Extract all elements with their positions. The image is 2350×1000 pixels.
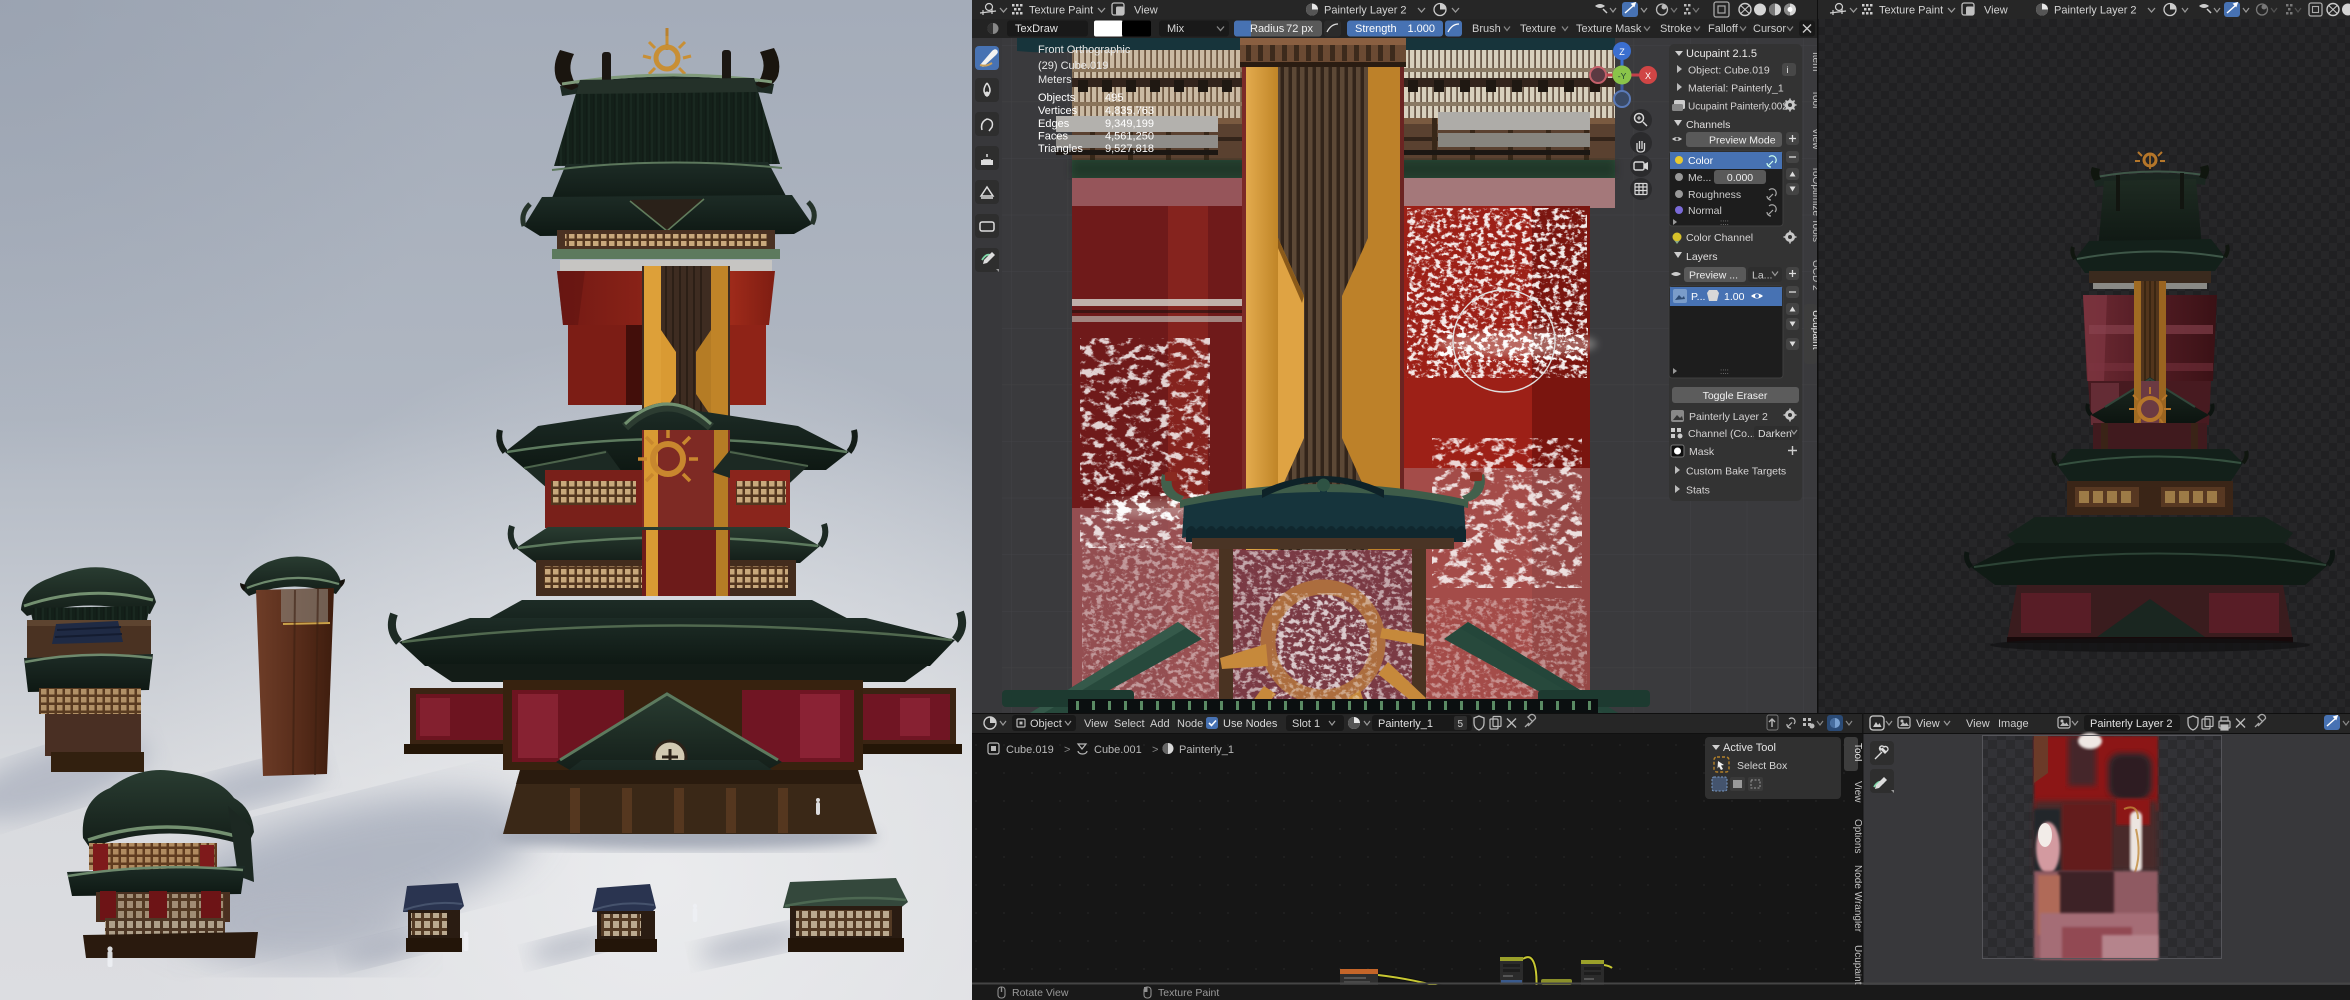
svg-text:Falloff: Falloff: [1708, 23, 1739, 35]
svg-text:Texture Paint: Texture Paint: [1158, 987, 1219, 999]
svg-text:P...: P...: [1691, 291, 1705, 303]
svg-text:Z: Z: [1619, 47, 1625, 57]
svg-text:View: View: [1966, 718, 1990, 730]
svg-text:Layers: Layers: [1686, 251, 1718, 263]
svg-text:9,349,199: 9,349,199: [1105, 118, 1154, 130]
svg-text:Object: Object: [1030, 718, 1062, 730]
svg-text:Color: Color: [1688, 155, 1714, 167]
svg-text:Stroke: Stroke: [1660, 23, 1692, 35]
svg-text:X: X: [1645, 71, 1651, 81]
svg-text:Edges: Edges: [1038, 118, 1070, 130]
svg-text:Vertices: Vertices: [1038, 105, 1078, 117]
svg-text:Options: Options: [1852, 819, 1862, 853]
svg-text:i: i: [1787, 65, 1789, 75]
svg-text:Radius: Radius: [1250, 23, 1285, 35]
svg-text:-Y: -Y: [1618, 71, 1627, 81]
svg-text:Stats: Stats: [1686, 485, 1710, 497]
svg-text:Active Tool: Active Tool: [1723, 742, 1776, 754]
svg-text:ToOptimize Tools: ToOptimize Tools: [1810, 166, 1817, 242]
svg-text:Object: Cube.019: Object: Cube.019: [1688, 65, 1770, 77]
svg-text:Darken: Darken: [1758, 428, 1792, 440]
svg-text:Ucupaint: Ucupaint: [1852, 945, 1862, 985]
svg-text:View: View: [1810, 128, 1817, 150]
svg-text:Ucupaint Painterly.002: Ucupaint Painterly.002: [1688, 102, 1788, 113]
svg-text:View: View: [1984, 5, 2008, 17]
svg-text:Normal: Normal: [1688, 205, 1722, 217]
svg-text:View: View: [1852, 781, 1862, 803]
svg-text:Toggle Eraser: Toggle Eraser: [1703, 390, 1768, 402]
svg-text:Painterly Layer 2: Painterly Layer 2: [2090, 718, 2173, 730]
svg-text:Preview Mode: Preview Mode: [1709, 135, 1776, 147]
svg-text:Tool: Tool: [1810, 90, 1817, 108]
svg-text:Meters: Meters: [1038, 74, 1072, 86]
svg-text:Use Nodes: Use Nodes: [1223, 718, 1278, 730]
svg-text:Cursor: Cursor: [1753, 23, 1786, 35]
svg-text:Strength: Strength: [1355, 23, 1397, 35]
svg-text:Painterly Layer 2: Painterly Layer 2: [1324, 5, 1407, 17]
svg-text:>: >: [1064, 744, 1070, 756]
svg-text:Image: Image: [1998, 718, 2029, 730]
svg-text:Rotate View: Rotate View: [1012, 987, 1069, 999]
svg-text:Tool: Tool: [1852, 743, 1862, 761]
svg-text:Ucupaint 2.1.5: Ucupaint 2.1.5: [1686, 48, 1757, 60]
svg-text:Texture Mask: Texture Mask: [1576, 23, 1642, 35]
svg-text:Add: Add: [1150, 718, 1170, 730]
svg-text:Slot 1: Slot 1: [1292, 718, 1320, 730]
svg-text:495: 495: [1105, 92, 1123, 104]
svg-text:Color Channel: Color Channel: [1686, 232, 1753, 244]
svg-text:Texture Paint: Texture Paint: [1029, 5, 1093, 17]
svg-text:9,527,818: 9,527,818: [1105, 143, 1154, 155]
svg-text:1.000: 1.000: [1407, 23, 1435, 35]
svg-text:4,561,250: 4,561,250: [1105, 131, 1154, 143]
svg-text:Material: Painterly_1: Material: Painterly_1: [1688, 83, 1784, 95]
svg-text:0.000: 0.000: [1727, 172, 1753, 184]
svg-text:Brush: Brush: [1472, 23, 1501, 35]
svg-text:Channels: Channels: [1686, 119, 1730, 131]
svg-text:Channel (Co...: Channel (Co...: [1688, 428, 1756, 440]
svg-text:View: View: [1916, 718, 1940, 730]
svg-text:La...: La...: [1752, 270, 1772, 282]
svg-text:Front Orthographic: Front Orthographic: [1038, 44, 1131, 56]
svg-text:OCD 2: OCD 2: [1810, 260, 1817, 291]
svg-text:::::: ::::: [1720, 367, 1729, 376]
svg-text:Texture Paint: Texture Paint: [1879, 5, 1943, 17]
svg-text:Cube.001: Cube.001: [1094, 744, 1142, 756]
svg-text:View: View: [1084, 718, 1108, 730]
svg-text:Custom Bake Targets: Custom Bake Targets: [1686, 466, 1786, 478]
svg-text:View: View: [1134, 5, 1158, 17]
svg-text:Me...: Me...: [1688, 172, 1711, 184]
svg-text:Preview ...: Preview ...: [1689, 270, 1738, 282]
svg-text:>: >: [1152, 744, 1158, 756]
svg-text:Triangles: Triangles: [1038, 143, 1083, 155]
svg-text:Painterly_1: Painterly_1: [1378, 718, 1433, 730]
svg-text:Roughness: Roughness: [1688, 189, 1741, 201]
svg-text:Node: Node: [1177, 718, 1203, 730]
svg-text:Select Box: Select Box: [1737, 760, 1788, 772]
svg-text:Item: Item: [1810, 52, 1817, 71]
svg-text:Faces: Faces: [1038, 131, 1068, 143]
svg-text:1.00: 1.00: [1724, 291, 1745, 303]
svg-text:TexDraw: TexDraw: [1015, 23, 1058, 35]
svg-text:Node Wrangler: Node Wrangler: [1852, 865, 1862, 933]
svg-text:72 px: 72 px: [1286, 23, 1313, 35]
svg-text:Select: Select: [1114, 718, 1145, 730]
svg-text:(29) Cube.019: (29) Cube.019: [1038, 60, 1108, 72]
svg-text:::::: ::::: [1720, 218, 1729, 227]
svg-text:Objects: Objects: [1038, 92, 1076, 104]
svg-text:Texture: Texture: [1520, 23, 1556, 35]
svg-text:5: 5: [1458, 719, 1464, 730]
svg-text:Cube.019: Cube.019: [1006, 744, 1054, 756]
svg-text:Mask: Mask: [1689, 446, 1715, 458]
svg-text:4,835,763: 4,835,763: [1105, 105, 1154, 117]
svg-text:Painterly_1: Painterly_1: [1179, 744, 1234, 756]
svg-text:Mix: Mix: [1167, 23, 1185, 35]
svg-text:Painterly Layer 2: Painterly Layer 2: [1689, 411, 1768, 423]
svg-text:Painterly Layer 2: Painterly Layer 2: [2054, 5, 2137, 17]
svg-text:Ucupaint: Ucupaint: [1810, 310, 1817, 350]
